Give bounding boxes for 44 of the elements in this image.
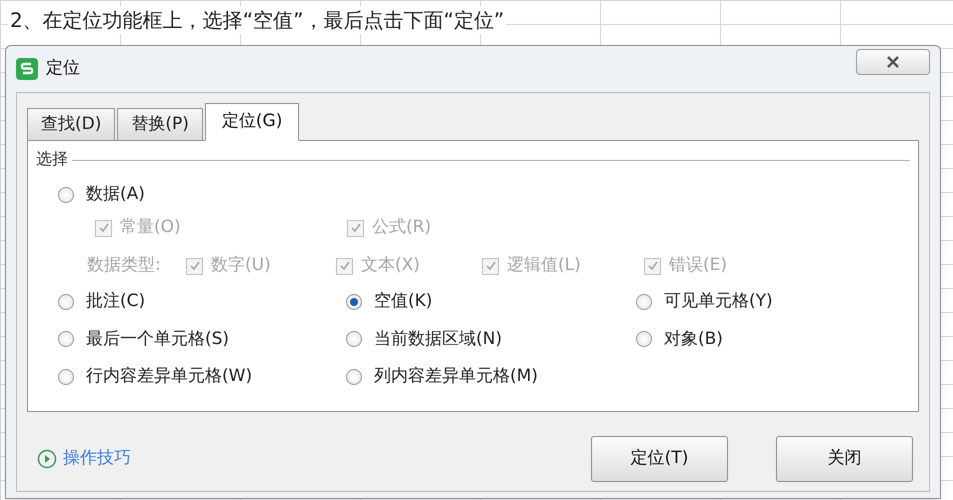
- option-label: 对象(B): [664, 328, 723, 350]
- app-logo-icon: [16, 58, 38, 80]
- option-label: 可见单元格(Y): [664, 290, 773, 313]
- check-icon: [350, 222, 362, 234]
- instruction-text: 2、在定位功能框上，选择“空值”，最后点击下面“定位”: [8, 6, 506, 34]
- radio-button[interactable]: [58, 331, 74, 348]
- check-icon: [98, 222, 110, 234]
- radio-button[interactable]: [58, 294, 74, 310]
- option-label: 错误(E): [669, 254, 728, 278]
- tab[interactable]: 替换(P): [117, 108, 203, 141]
- radio-button[interactable]: [58, 187, 74, 203]
- tab[interactable]: 查找(D): [27, 108, 116, 141]
- tab[interactable]: 定位(G): [204, 103, 300, 141]
- option-label: 文本(X): [361, 254, 420, 278]
- check-icon: [646, 260, 658, 272]
- option-label: 逻辑值(L): [507, 254, 581, 278]
- tips-link[interactable]: 操作技巧: [63, 446, 131, 472]
- option-label: 最后一个单元格(S): [86, 328, 230, 350]
- option-label: 数据(A): [86, 183, 145, 206]
- radio-button[interactable]: [346, 331, 362, 348]
- close-icon: [885, 56, 901, 68]
- option-label: 列内容差异单元格(M): [374, 365, 538, 388]
- option-label: 公式(R): [372, 216, 432, 240]
- option-label: 当前数据区域(N): [374, 328, 502, 350]
- dialog-button[interactable]: 关闭: [776, 436, 913, 482]
- window-title: 定位: [46, 57, 80, 80]
- check-icon: [484, 260, 496, 272]
- radio-button[interactable]: [636, 331, 652, 348]
- option-label: 常量(O): [120, 216, 181, 240]
- radio-button[interactable]: [58, 368, 74, 385]
- data-type-label: 数据类型:: [86, 254, 162, 278]
- radio-button[interactable]: [346, 294, 362, 310]
- radio-button[interactable]: [346, 368, 362, 385]
- close-button[interactable]: [856, 49, 930, 75]
- dialog-button[interactable]: 定位(T): [591, 436, 728, 482]
- option-label: 数字(U): [211, 254, 271, 278]
- option-label: 批注(C): [86, 290, 146, 313]
- group-title: 选择: [36, 148, 68, 170]
- radio-button[interactable]: [636, 294, 652, 310]
- check-icon: [188, 260, 200, 272]
- option-label: 空值(K): [374, 290, 432, 313]
- option-label: 行内容差异单元格(W): [86, 365, 252, 388]
- play-icon: [37, 449, 57, 469]
- check-icon: [338, 260, 350, 272]
